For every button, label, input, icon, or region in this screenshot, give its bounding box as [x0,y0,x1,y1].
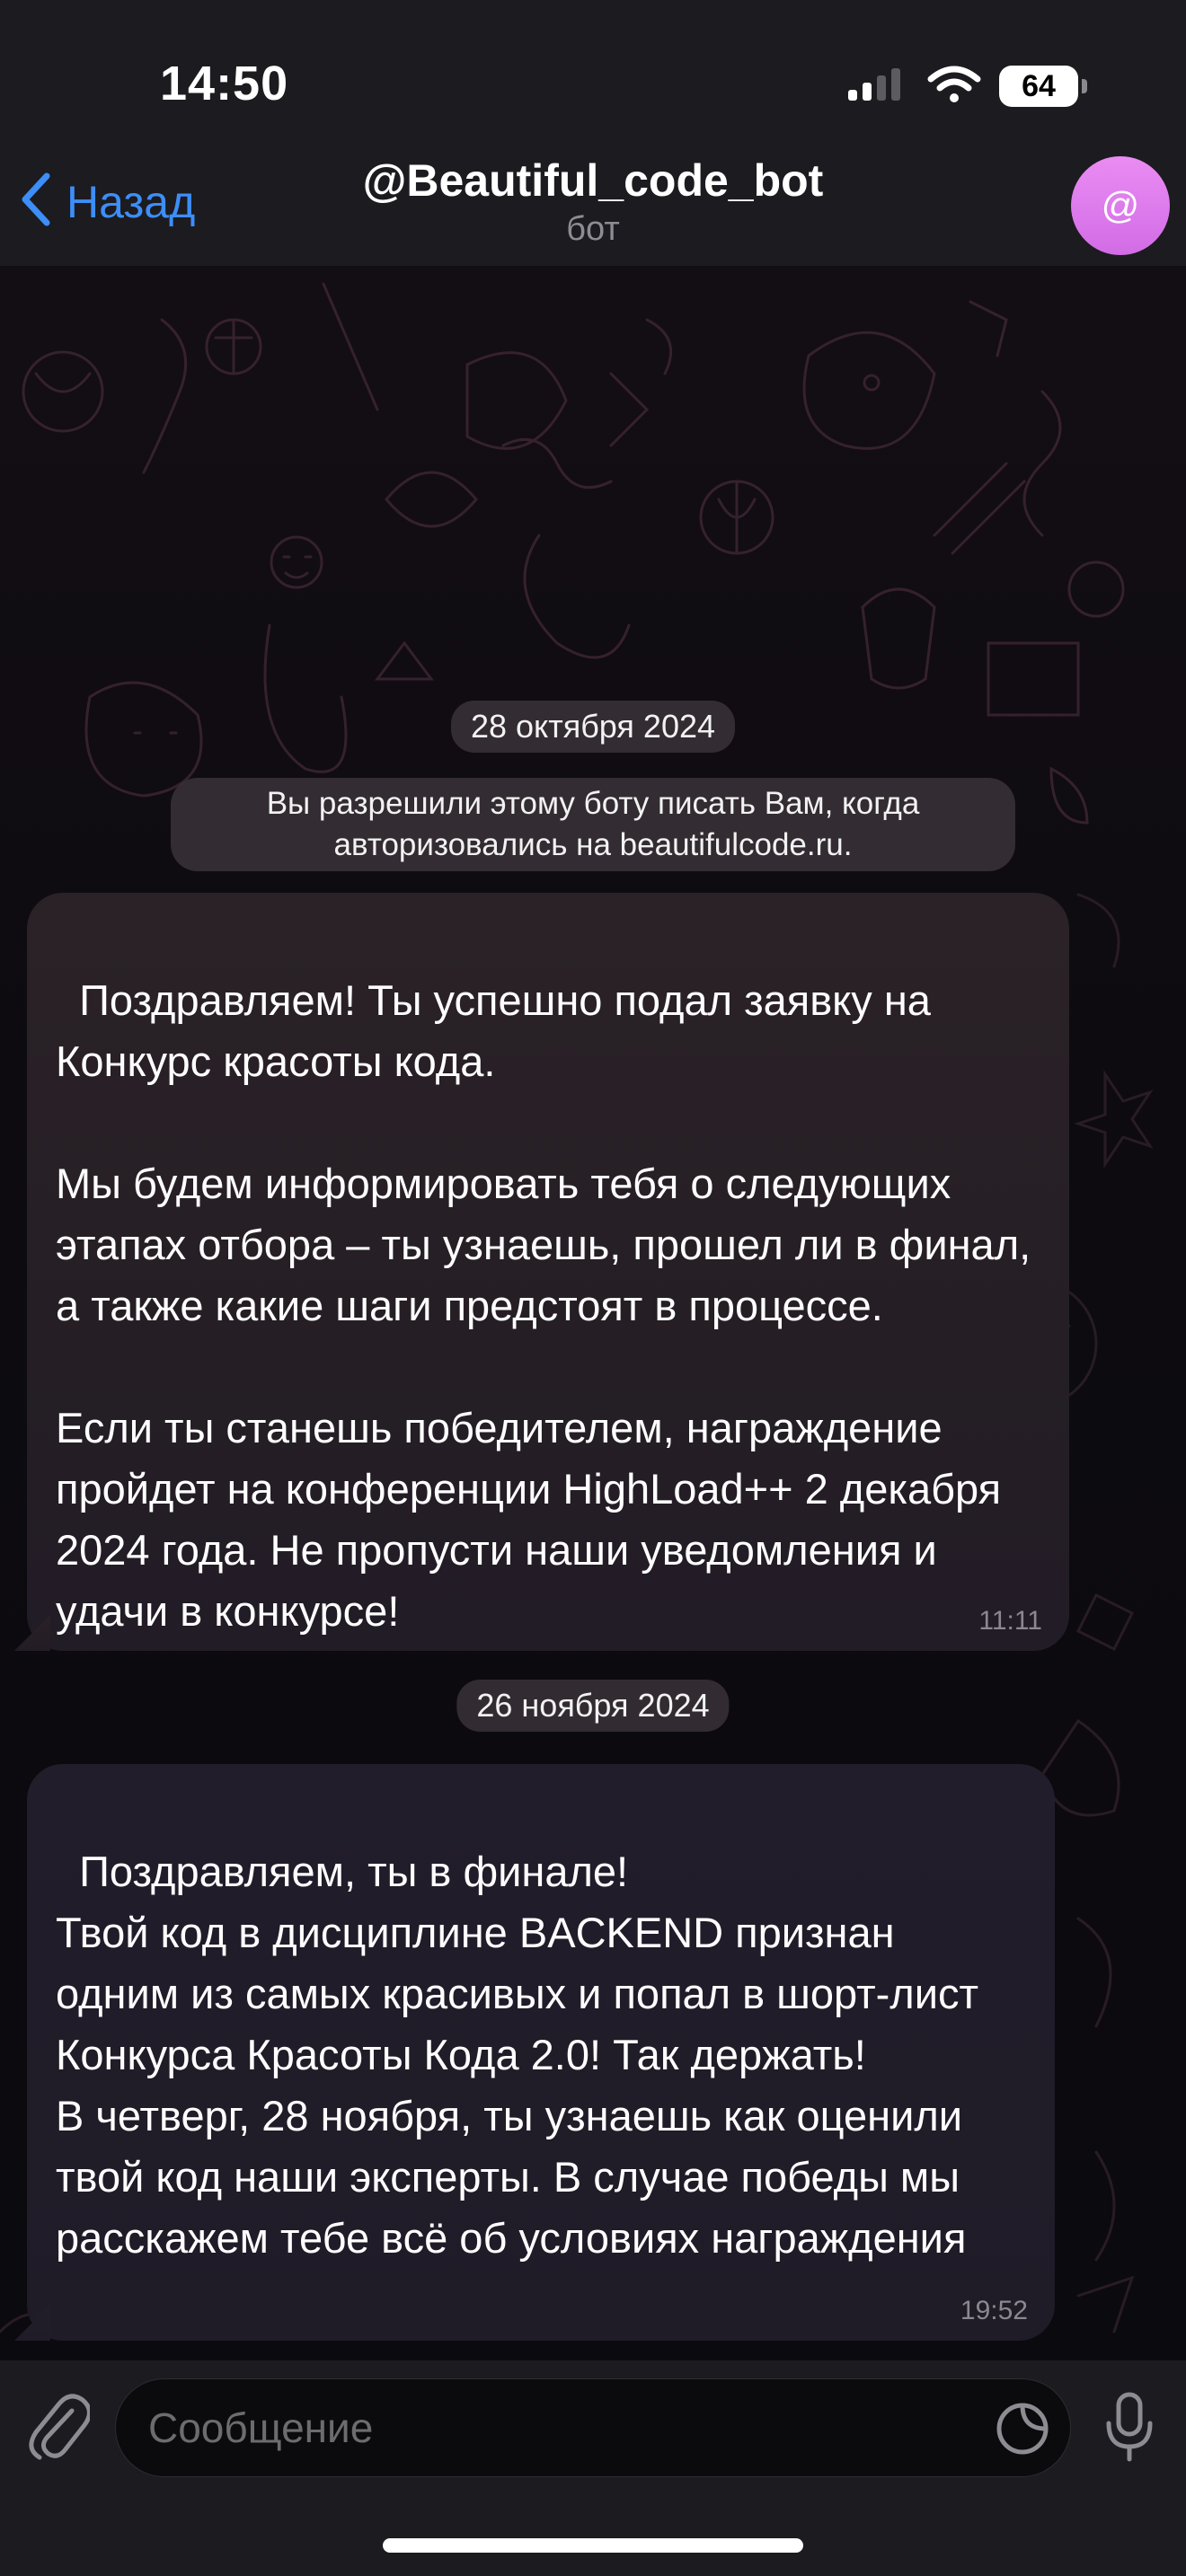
message-text: Поздравляем, ты в финале! Твой код в дис… [56,1848,979,2262]
message-input[interactable]: Сообщение [115,2378,1071,2477]
message-bubble[interactable]: Поздравляем! Ты успешно подал заявку на … [14,893,1069,1651]
message-time: 11:11 [978,1606,1042,1636]
message-bubble[interactable]: Поздравляем, ты в финале! Твой код в дис… [14,1764,1055,2341]
chat-title: @Beautiful_code_bot [362,155,824,206]
service-message: Вы разрешили этому боту писать Вам, когд… [171,778,1015,871]
sticker-icon[interactable] [995,2401,1050,2466]
home-indicator[interactable] [383,2538,803,2553]
paperclip-icon[interactable] [25,2389,92,2466]
chevron-left-icon [18,171,54,233]
avatar[interactable]: @ [1071,156,1170,255]
wifi-icon [927,65,981,109]
message-text: Поздравляем! Ты успешно подал заявку на … [56,976,1031,1635]
status-icons: 64 [846,63,1087,110]
back-label: Назад [66,176,196,227]
avatar-label: @ [1101,184,1140,226]
chat-subtitle: бот [566,210,620,248]
date-separator: 26 ноября 2024 [456,1680,730,1732]
battery-indicator: 64 [999,66,1087,107]
chat-title-block[interactable]: @Beautiful_code_bot бот [270,154,916,249]
back-button[interactable]: Назад [18,171,195,233]
signal-icon [846,66,909,107]
message-input-placeholder: Сообщение [148,2404,374,2451]
date-separator: 28 октября 2024 [450,701,736,753]
message-time: 19:52 [960,2296,1028,2325]
top-bar: 14:50 64 Назад @Beautiful_code_bot бот @ [0,0,1186,266]
status-time: 14:50 [160,57,289,110]
microphone-icon[interactable] [1102,2391,1157,2469]
